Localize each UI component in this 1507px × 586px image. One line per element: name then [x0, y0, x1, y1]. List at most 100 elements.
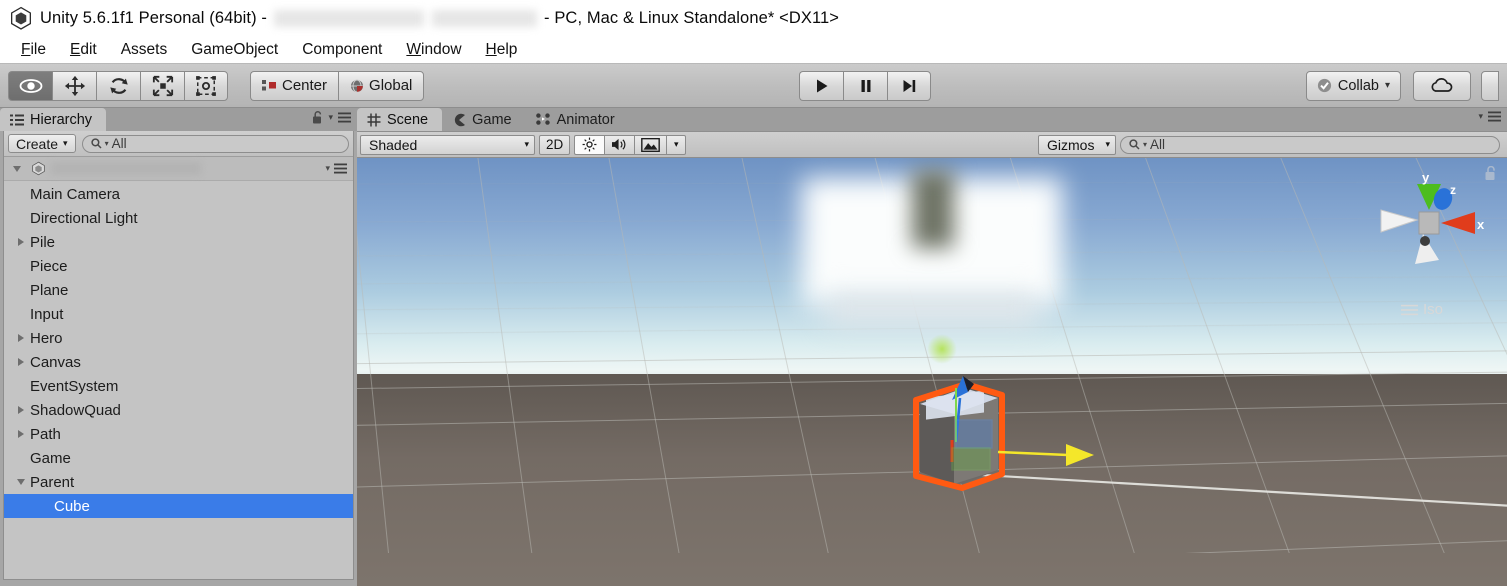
hierarchy-item-label: Directional Light: [30, 209, 138, 227]
rect-tool-button[interactable]: [184, 70, 228, 101]
menu-item-gameobject[interactable]: GameObject: [179, 39, 290, 61]
move-tool-button[interactable]: [52, 70, 96, 101]
hierarchy-item-plane[interactable]: Plane: [4, 278, 353, 302]
sun-icon: [582, 137, 597, 152]
rotate-icon: [109, 77, 128, 94]
toggle-audio-button[interactable]: [604, 134, 635, 155]
twisty-expanded[interactable]: [12, 479, 30, 485]
window-title-redacted-scene: [432, 9, 538, 27]
hierarchy-item-pile[interactable]: Pile: [4, 230, 353, 254]
hierarchy-item-eventsystem[interactable]: EventSystem: [4, 374, 353, 398]
hierarchy-item-path[interactable]: Path: [4, 422, 353, 446]
arrow-down-icon: [17, 479, 25, 485]
hierarchy-tree: Main Camera Directional Light Pile Piece Pla…: [4, 181, 353, 579]
menu-item-file[interactable]: File: [9, 39, 58, 61]
rect-transform-icon: [196, 75, 216, 96]
effects-dropdown-button[interactable]: ▾: [666, 134, 687, 155]
hierarchy-item-label: Canvas: [30, 353, 81, 371]
tab-scene[interactable]: Scene: [357, 108, 443, 131]
cloud-services-button[interactable]: [1413, 70, 1471, 101]
hierarchy-item-game[interactable]: Game: [4, 446, 353, 470]
play-button[interactable]: [799, 70, 844, 101]
gizmos-label: Gizmos: [1047, 136, 1095, 153]
chevron-down-icon: ▾: [674, 139, 679, 149]
create-button-label: Create: [16, 135, 59, 152]
tab-animator[interactable]: Animator: [526, 108, 629, 131]
iso-lines-icon: [1400, 304, 1418, 315]
hierarchy-item-label: Main Camera: [30, 185, 121, 203]
menu-item-assets[interactable]: Assets: [109, 39, 180, 61]
step-icon: [903, 79, 916, 92]
menu-item-edit[interactable]: Edit: [58, 39, 109, 61]
scale-tool-button[interactable]: [140, 70, 184, 101]
pivot-mode-button[interactable]: Center: [250, 70, 339, 101]
twisty-collapsed[interactable]: [12, 406, 30, 414]
tab-hierarchy[interactable]: Hierarchy: [0, 108, 107, 131]
account-button[interactable]: [1481, 70, 1499, 101]
scene-row-menu-icon[interactable]: [334, 163, 347, 174]
hierarchy-item-parent[interactable]: Parent: [4, 470, 353, 494]
scene-viewport[interactable]: y z x Iso: [357, 158, 1507, 586]
hierarchy-scene-row[interactable]: ▾: [4, 157, 353, 181]
hand-tool-button[interactable]: [8, 70, 52, 101]
hierarchy-item-hero[interactable]: Hero: [4, 326, 353, 350]
tab-game[interactable]: Game: [442, 108, 526, 131]
hierarchy-search-input[interactable]: ▾ All: [81, 134, 349, 153]
hierarchy-item-canvas[interactable]: Canvas: [4, 350, 353, 374]
panel-menu-icon[interactable]: [338, 112, 351, 123]
pivot-rotation-button[interactable]: Global: [338, 70, 425, 101]
hierarchy-item-input[interactable]: Input: [4, 302, 353, 326]
unity-logo-icon: [11, 6, 31, 30]
menu-item-component[interactable]: Component: [290, 39, 394, 61]
axis-gizmo-x-label: x: [1477, 217, 1485, 232]
window-title-prefix: Unity 5.6.1f1 Personal (64bit) -: [40, 8, 267, 27]
hierarchy-item-shadowquad[interactable]: ShadowQuad: [4, 398, 353, 422]
hierarchy-item-label: Parent: [30, 473, 75, 491]
scene-panel-menu-icon[interactable]: [1488, 111, 1501, 122]
hierarchy-item-label: EventSystem: [30, 377, 119, 395]
rotate-tool-button[interactable]: [96, 70, 140, 101]
chevron-down-icon: ▾: [524, 139, 529, 149]
scene-panel-body: Shaded ▾ 2D ▾ Gizmos ▾ ▾ All y z x Iso: [357, 131, 1507, 586]
search-icon: [90, 138, 102, 149]
create-button[interactable]: Create ▾: [8, 134, 76, 153]
twisty-collapsed[interactable]: [12, 238, 30, 246]
menu-item-window[interactable]: Window: [394, 39, 473, 61]
hierarchy-item-cube[interactable]: Cube: [4, 494, 353, 518]
toggle-lighting-button[interactable]: [574, 134, 605, 155]
collab-label: Collab: [1337, 77, 1379, 94]
scene-twisty[interactable]: [8, 165, 26, 172]
panel-menu-caret-icon: ▾: [328, 112, 333, 122]
globe-icon: [351, 79, 364, 93]
arrow-down-icon: [13, 165, 21, 172]
scene-axis-gizmo[interactable]: y z x: [1371, 168, 1489, 278]
twisty-collapsed[interactable]: [12, 358, 30, 366]
hierarchy-item-piece[interactable]: Piece: [4, 254, 353, 278]
hierarchy-tab-icons: ▾: [312, 111, 351, 124]
chevron-down-icon: ▾: [1105, 139, 1110, 149]
twisty-collapsed[interactable]: [12, 430, 30, 438]
scene-search-input[interactable]: ▾ All: [1120, 135, 1500, 154]
pause-button[interactable]: [843, 70, 888, 101]
tab-scene-label: Scene: [387, 111, 429, 128]
collab-button[interactable]: Collab ▾: [1305, 70, 1401, 101]
toggle-2d-button[interactable]: 2D: [539, 134, 571, 155]
hierarchy-search-value: All: [111, 136, 127, 151]
toggle-effects-button[interactable]: [634, 134, 667, 155]
tab-animator-label: Animator: [556, 111, 615, 128]
twisty-collapsed[interactable]: [12, 334, 30, 342]
unlocked-padlock-icon[interactable]: [312, 111, 323, 124]
step-button[interactable]: [887, 70, 932, 101]
selected-cube-with-gizmo[interactable]: [890, 354, 1120, 504]
game-pacman-icon: [454, 113, 466, 126]
hierarchy-item-directional-light[interactable]: Directional Light: [4, 206, 353, 230]
hierarchy-item-label: Game: [30, 449, 71, 467]
scene-panel-menu-caret-icon: ▾: [1478, 111, 1483, 121]
arrow-right-icon: [18, 238, 24, 246]
gizmos-dropdown[interactable]: Gizmos ▾: [1038, 134, 1116, 155]
projection-mode-label[interactable]: Iso: [1400, 301, 1443, 318]
hierarchy-toolbar: Create ▾ ▾ All: [4, 131, 353, 157]
menu-item-help[interactable]: Help: [474, 39, 530, 61]
hierarchy-item-main-camera[interactable]: Main Camera: [4, 182, 353, 206]
draw-mode-dropdown[interactable]: Shaded ▾: [360, 134, 535, 155]
